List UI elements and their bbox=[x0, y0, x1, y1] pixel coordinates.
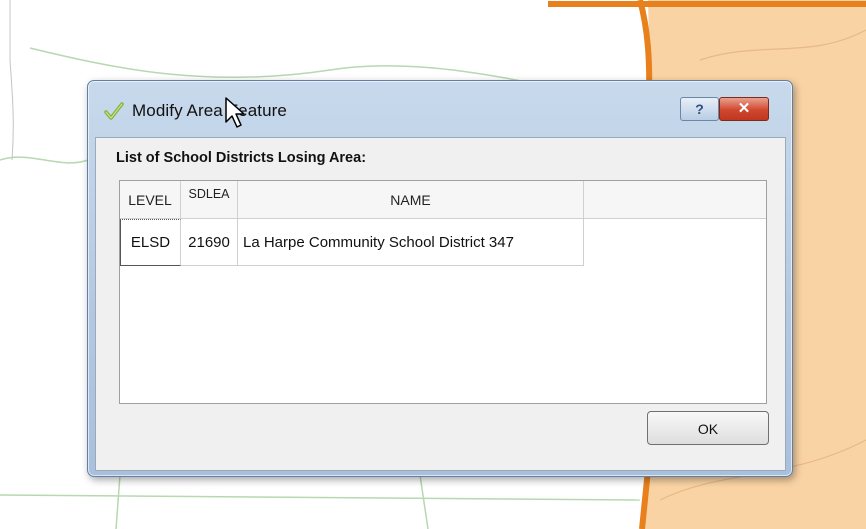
help-button[interactable]: ? bbox=[680, 97, 719, 121]
modify-area-feature-dialog: Modify Area Feature ? ✕ List of School D… bbox=[87, 80, 793, 477]
list-heading: List of School Districts Losing Area: bbox=[116, 150, 367, 166]
close-button[interactable]: ✕ bbox=[719, 97, 769, 121]
column-header-name[interactable]: NAME bbox=[238, 181, 584, 218]
cell-level[interactable]: ELSD bbox=[120, 219, 181, 266]
districts-table[interactable]: LEVEL SDLEA NAME ELSD 21690 La Harpe Com… bbox=[119, 180, 767, 404]
cell-name[interactable]: La Harpe Community School District 347 bbox=[238, 219, 584, 266]
table-header: LEVEL SDLEA NAME bbox=[120, 181, 766, 219]
ok-button[interactable]: OK bbox=[647, 411, 769, 445]
cell-sdlea[interactable]: 21690 bbox=[181, 219, 238, 266]
column-header-level[interactable]: LEVEL bbox=[120, 181, 181, 218]
dialog-client-area: List of School Districts Losing Area: LE… bbox=[95, 137, 786, 471]
column-header-sdlea[interactable]: SDLEA bbox=[181, 181, 238, 218]
table-row[interactable]: ELSD 21690 La Harpe Community School Dis… bbox=[120, 219, 584, 266]
dialog-title: Modify Area Feature bbox=[132, 101, 287, 120]
mouse-pointer-icon bbox=[225, 97, 245, 128]
dialog-title-bar[interactable]: Modify Area Feature ? ✕ bbox=[88, 81, 792, 137]
checkmark-icon bbox=[104, 102, 124, 120]
